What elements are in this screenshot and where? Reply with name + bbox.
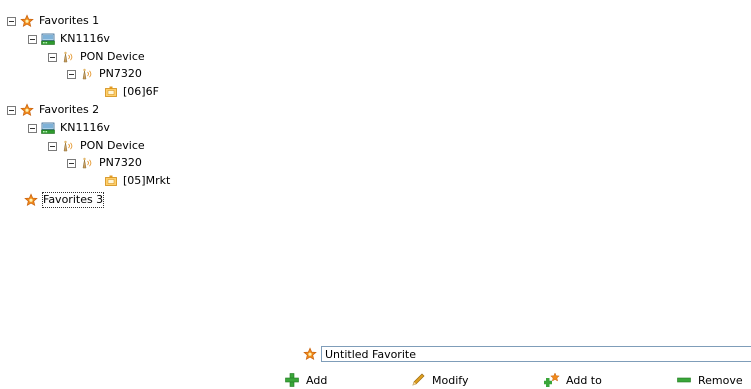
pon-device-icon — [80, 67, 94, 81]
tree-node-label: Favorites 2 — [39, 103, 100, 116]
minus-icon — [677, 377, 691, 383]
tree-node-pon-device[interactable]: PON Device — [48, 138, 146, 154]
network-switch-icon — [41, 32, 55, 46]
tree-node-pn7320[interactable]: PN7320 — [67, 66, 143, 82]
collapse-toggle[interactable] — [48, 141, 57, 151]
tree-node-label: PN7320 — [99, 67, 142, 80]
pon-device-icon — [61, 50, 75, 64]
tree-node-label: PON Device — [80, 50, 145, 63]
onu-port-icon — [104, 174, 118, 188]
add-button[interactable]: Add — [284, 371, 327, 389]
favorites-tree[interactable]: Favorites 1 KN1116v PON Device PN7320 [0… — [0, 0, 751, 340]
star-icon — [303, 347, 317, 361]
tree-node-kn1116v[interactable]: KN1116v — [28, 120, 111, 136]
tree-node-pon-device[interactable]: PON Device — [48, 49, 146, 65]
add-to-button[interactable]: Add to — [544, 371, 602, 389]
tree-node-label: KN1116v — [60, 121, 110, 134]
tree-node-onu-05-mrkt[interactable]: [05]Mrkt — [104, 173, 171, 189]
modify-button[interactable]: Modify — [410, 371, 468, 389]
tree-node-label: [06]6F — [123, 85, 159, 98]
collapse-toggle[interactable] — [67, 158, 76, 168]
network-switch-icon — [41, 121, 55, 135]
collapse-toggle[interactable] — [48, 52, 57, 62]
modify-button-label: Modify — [432, 373, 469, 387]
onu-port-icon — [104, 85, 118, 99]
plus-icon — [285, 373, 299, 387]
collapse-toggle[interactable] — [28, 34, 37, 44]
collapse-toggle[interactable] — [7, 105, 16, 115]
add-button-label: Add — [306, 373, 328, 387]
tree-node-label: [05]Mrkt — [123, 174, 171, 187]
tree-node-favorites-3[interactable]: Favorites 3 — [24, 192, 105, 208]
favorite-name-input[interactable] — [321, 346, 751, 362]
tree-node-label: Favorites 3 — [42, 192, 105, 208]
pon-device-icon — [61, 139, 75, 153]
collapse-toggle[interactable] — [67, 69, 76, 79]
remove-button[interactable]: Remove — [676, 371, 743, 389]
pencil-icon — [412, 373, 425, 386]
remove-button-label: Remove — [698, 373, 743, 387]
star-icon — [20, 14, 34, 28]
tree-node-pn7320[interactable]: PN7320 — [67, 155, 143, 171]
star-icon — [24, 193, 38, 207]
tree-node-favorites-2[interactable]: Favorites 2 — [7, 102, 100, 118]
star-icon — [20, 103, 34, 117]
add-to-favorite-icon — [544, 372, 560, 387]
collapse-toggle[interactable] — [28, 123, 37, 133]
tree-node-label: PN7320 — [99, 156, 142, 169]
tree-node-label: Favorites 1 — [39, 14, 100, 27]
pon-device-icon — [80, 156, 94, 170]
tree-node-onu-06-6f[interactable]: [06]6F — [104, 84, 160, 100]
add-to-button-label: Add to — [566, 373, 602, 387]
tree-node-label: PON Device — [80, 139, 145, 152]
favorite-name-row — [303, 345, 751, 363]
tree-node-favorites-1[interactable]: Favorites 1 — [7, 13, 100, 29]
collapse-toggle[interactable] — [7, 16, 16, 26]
tree-node-label: KN1116v — [60, 32, 110, 45]
tree-node-kn1116v[interactable]: KN1116v — [28, 31, 111, 47]
